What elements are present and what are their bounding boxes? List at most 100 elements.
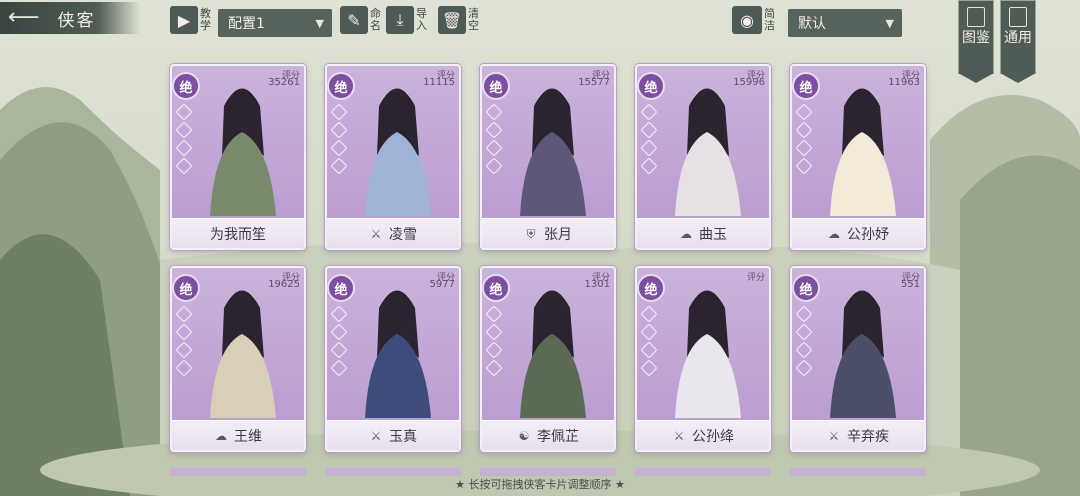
hero-card[interactable]: 绝评分5977⚔玉真 <box>325 266 461 452</box>
teach-button[interactable]: ▶ 教学 <box>170 5 212 35</box>
skill-slot-icon <box>486 122 503 139</box>
skill-slot-icon <box>331 342 348 359</box>
rename-button[interactable]: ✎ 命名 <box>340 5 382 35</box>
skill-slot-icon <box>331 122 348 139</box>
chevron-down-icon: ▼ <box>316 17 324 30</box>
score-value: 35261 <box>268 77 300 88</box>
skill-slot-icon <box>641 306 658 323</box>
tab-general-label: 通用 <box>1004 30 1032 46</box>
hero-card[interactable]: 绝评分15996☁曲玉 <box>635 64 771 250</box>
skill-slot-icon <box>176 122 193 139</box>
hero-name-bar: ⚔ 辛弃疾 <box>792 420 924 450</box>
skill-slot-icon <box>796 158 813 175</box>
rank-badge: 绝 <box>172 274 200 302</box>
hero-name: 李佩芷 <box>537 426 579 446</box>
hero-card[interactable]: 绝评分1301☯李佩芷 <box>480 266 616 452</box>
hero-name: 玉真 <box>389 426 417 446</box>
card-edge <box>790 468 926 476</box>
skill-slot-icon <box>176 158 193 175</box>
download-icon: ⤓ <box>386 6 414 34</box>
rank-badge: 绝 <box>172 72 200 100</box>
rank-badge: 绝 <box>792 274 820 302</box>
hero-name-bar: ⚔凌雪 <box>327 218 459 248</box>
sort-select[interactable]: 默认 ▼ <box>788 9 902 37</box>
hero-card[interactable]: 绝评分11115⚔凌雪 <box>325 64 461 250</box>
rank-badge: 绝 <box>482 274 510 302</box>
skill-slot-icon <box>641 342 658 359</box>
skill-slot-icon <box>486 360 503 377</box>
skill-slots <box>643 308 657 380</box>
hero-name-bar: ⚔ 公孙绛 <box>637 420 769 450</box>
hero-name-bar: ☁公孙妤 <box>792 218 924 248</box>
trash-icon: 🗑 <box>438 6 466 34</box>
score-value: 19625 <box>268 279 300 290</box>
preset-select[interactable]: 配置1 ▼ <box>218 9 332 37</box>
shield-icon: ⛨ <box>524 227 538 241</box>
import-button[interactable]: ⤓ 导入 <box>386 5 428 35</box>
skill-slot-icon <box>486 306 503 323</box>
hero-name-bar: ⚔玉真 <box>327 420 459 450</box>
skill-slots <box>643 106 657 178</box>
hero-name: 辛弃疾 <box>847 426 889 446</box>
sword-icon: ⚔ <box>369 227 383 241</box>
rename-label: 命名 <box>370 8 382 32</box>
score-value: 15996 <box>733 77 765 88</box>
skill-slot-icon <box>796 360 813 377</box>
tab-general[interactable]: 通用 <box>1000 0 1036 74</box>
rank-badge: 绝 <box>327 72 355 100</box>
eye-slash-icon: ◉ <box>732 6 762 34</box>
rank-badge: 绝 <box>327 274 355 302</box>
skill-slot-icon <box>331 140 348 157</box>
sword-icon: ⚔ <box>827 429 841 443</box>
skill-slot-icon <box>176 342 193 359</box>
hero-card[interactable]: 绝评分15577⛨张月 <box>480 64 616 250</box>
card-edge <box>325 468 461 476</box>
card-edge <box>635 468 771 476</box>
tab-codex[interactable]: 图鉴 <box>958 0 994 74</box>
skill-slot-icon <box>641 122 658 139</box>
hero-card[interactable]: 绝评分19625☁王维 <box>170 266 306 452</box>
hero-card[interactable]: 绝评分35261为我而笙 <box>170 64 306 250</box>
skill-slot-icon <box>176 104 193 121</box>
skill-slots <box>333 106 347 178</box>
hero-card[interactable]: 绝评分⚔公孙绛 <box>635 266 771 452</box>
skill-slot-icon <box>331 360 348 377</box>
skill-slot-icon <box>486 140 503 157</box>
sort-value: 默认 <box>798 13 826 33</box>
play-icon: ▶ <box>170 6 198 34</box>
sword-icon: ⚔ <box>672 429 686 443</box>
brush-icon: ✎ <box>340 6 368 34</box>
skill-slot-icon <box>641 140 658 157</box>
score-value: 15577 <box>578 77 610 88</box>
rank-badge: 绝 <box>637 72 665 100</box>
hero-name-bar: ⛨张月 <box>482 218 614 248</box>
skill-slot-icon <box>331 104 348 121</box>
hero-name: 公孙绛 <box>692 426 734 446</box>
skill-slot-icon <box>641 158 658 175</box>
hero-name-bar: ☁王维 <box>172 420 304 450</box>
cloud-icon: ☁ <box>679 227 693 241</box>
skill-slot-icon <box>796 306 813 323</box>
back-button[interactable]: ⟵ 侠客 <box>0 2 140 34</box>
skill-slots <box>798 106 812 178</box>
preset-value: 配置1 <box>228 13 265 33</box>
clear-label: 清空 <box>468 8 480 32</box>
rank-badge: 绝 <box>482 72 510 100</box>
score-value: 1301 <box>585 279 610 290</box>
skill-slots <box>798 308 812 380</box>
hero-name: 公孙妤 <box>847 224 889 244</box>
skill-slot-icon <box>486 324 503 341</box>
simplify-toggle[interactable]: ◉ 简洁 <box>732 5 776 35</box>
clear-button[interactable]: 🗑 清空 <box>438 5 480 35</box>
skill-slots <box>333 308 347 380</box>
hero-card[interactable]: 绝评分551⚔辛弃疾 <box>790 266 926 452</box>
hero-card[interactable]: 绝评分11963☁公孙妤 <box>790 64 926 250</box>
tab-codex-label: 图鉴 <box>962 30 990 46</box>
back-arrow-icon: ⟵ <box>8 7 40 29</box>
skill-slot-icon <box>331 306 348 323</box>
skill-slot-icon <box>796 104 813 121</box>
simplify-label: 简洁 <box>764 8 776 32</box>
hero-name-bar: ☁曲玉 <box>637 218 769 248</box>
score-value: 5977 <box>430 279 455 290</box>
skill-slot-icon <box>796 342 813 359</box>
